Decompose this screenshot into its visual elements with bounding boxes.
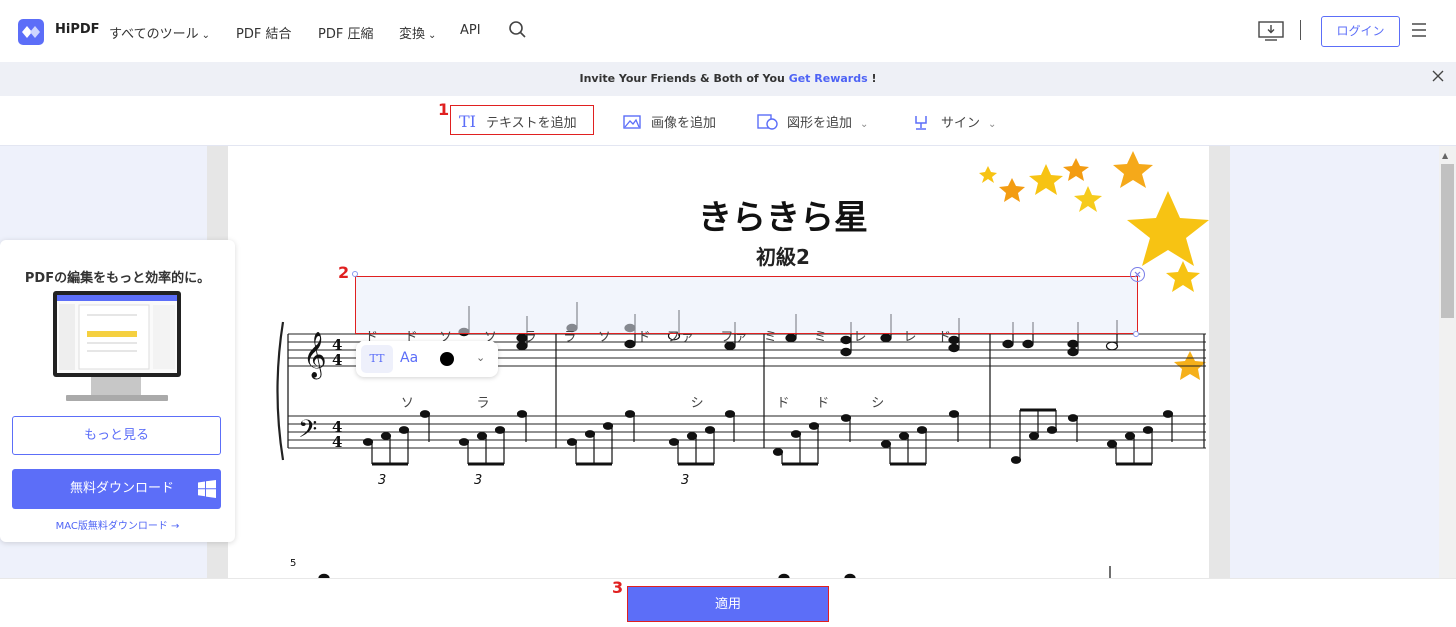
promo-panel: PDFの編集をもっと効率的に。 もっと見る 無料ダウンロード MAC版無料ダウン <box>0 240 235 542</box>
resize-handle[interactable] <box>352 271 358 277</box>
desktop-download-icon[interactable] <box>1258 20 1284 42</box>
nav-convert[interactable]: 変換 ⌄ <box>399 23 436 42</box>
nav-all-tools[interactable]: すべてのツール ⌄ <box>109 23 210 42</box>
sign-label: サイン <box>941 116 981 131</box>
monitor-base <box>66 395 168 401</box>
chevron-down-icon: ⌄ <box>988 119 997 130</box>
step-marker-1: 1 <box>438 100 450 119</box>
mac-download-link[interactable]: MAC版無料ダウンロード → <box>0 517 235 532</box>
added-text-line-2: ソ ラ シ ド ド シ <box>365 396 886 411</box>
image-icon <box>623 115 641 129</box>
login-button[interactable]: ログイン <box>1321 16 1400 47</box>
sheet-subtitle: 初級2 <box>756 245 810 269</box>
add-shape-label: 図形を追加 <box>787 116 853 131</box>
top-header <box>0 0 1456 62</box>
add-text-label: テキストを追加 <box>486 116 577 131</box>
nav-merge[interactable]: PDF 結合 <box>236 23 291 42</box>
get-rewards-link[interactable]: Get Rewards <box>789 72 868 85</box>
sheet-title: きらきら星 <box>698 198 868 238</box>
svg-text:4: 4 <box>332 433 342 451</box>
free-download-button[interactable]: 無料ダウンロード <box>12 469 221 509</box>
scrollbar-thumb[interactable] <box>1441 164 1454 318</box>
delete-textbox-icon[interactable] <box>1130 267 1145 282</box>
close-icon[interactable] <box>1432 70 1444 82</box>
windows-icon <box>198 480 216 498</box>
text-format-bar: TT Aa ⌄ <box>356 341 498 377</box>
hipdf-logo-icon[interactable] <box>18 19 44 45</box>
step-marker-3: 3 <box>612 578 624 597</box>
free-download-label: 無料ダウンロード <box>70 481 175 496</box>
font-family-button[interactable]: Aa <box>400 350 418 366</box>
step-marker-2: 2 <box>338 263 350 282</box>
triplet-mark: 3 <box>474 473 482 488</box>
sign-button[interactable]: サイン ⌄ <box>913 112 996 131</box>
add-shape-button[interactable]: 図形を追加 ⌄ <box>757 112 868 131</box>
add-text-button[interactable]: TI テキストを追加 <box>459 112 577 131</box>
add-image-button[interactable]: 画像を追加 <box>623 112 716 131</box>
banner-text: Invite Your Friends & Both of You Get Re… <box>0 72 1456 85</box>
apply-button[interactable]: 適用 <box>627 586 829 622</box>
promo-title: PDFの編集をもっと効率的に。 <box>24 271 211 286</box>
logo-text[interactable]: HiPDF <box>55 22 100 37</box>
chevron-down-icon[interactable]: ⌄ <box>476 351 485 364</box>
bass-clef-icon: 𝄢 <box>298 415 317 450</box>
search-icon[interactable] <box>508 20 528 40</box>
pen-sign-icon <box>915 116 927 130</box>
font-size-button[interactable]: TT <box>361 345 393 373</box>
add-image-label: 画像を追加 <box>651 116 717 131</box>
resize-handle[interactable] <box>1133 331 1139 337</box>
nav-convert-label: 変換 <box>399 27 426 42</box>
chevron-down-icon: ⌄ <box>428 30 437 41</box>
hamburger-menu-icon[interactable] <box>1412 23 1426 37</box>
nav-all-tools-label: すべてのツール <box>109 27 199 42</box>
brace-icon <box>276 321 285 461</box>
monitor-stand <box>91 377 141 395</box>
edit-toolbar <box>0 96 1456 146</box>
text-color-swatch[interactable] <box>440 352 454 366</box>
banner-prefix: Invite Your Friends & Both of You <box>579 72 789 85</box>
header-divider <box>1300 20 1301 40</box>
nav-api[interactable]: API <box>460 23 481 38</box>
chevron-down-icon: ⌄ <box>860 119 869 130</box>
treble-clef-icon: 𝄞 <box>303 332 327 380</box>
desktop-monitor-image <box>53 291 181 377</box>
banner-suffix: ! <box>867 72 877 85</box>
triplet-mark: 3 <box>378 473 386 488</box>
see-more-button[interactable]: もっと見る <box>12 416 221 455</box>
scroll-up-arrow-icon[interactable]: ▲ <box>1442 151 1448 160</box>
nav-compress[interactable]: PDF 圧縮 <box>318 23 373 42</box>
invite-banner: Invite Your Friends & Both of You Get Re… <box>0 62 1456 96</box>
text-tool-icon: TI <box>459 112 476 131</box>
measure-number: 5 <box>290 558 296 569</box>
triplet-mark: 3 <box>681 473 689 488</box>
svg-text:4: 4 <box>332 351 342 369</box>
shape-icon <box>757 114 778 130</box>
chevron-down-icon: ⌄ <box>201 30 210 41</box>
